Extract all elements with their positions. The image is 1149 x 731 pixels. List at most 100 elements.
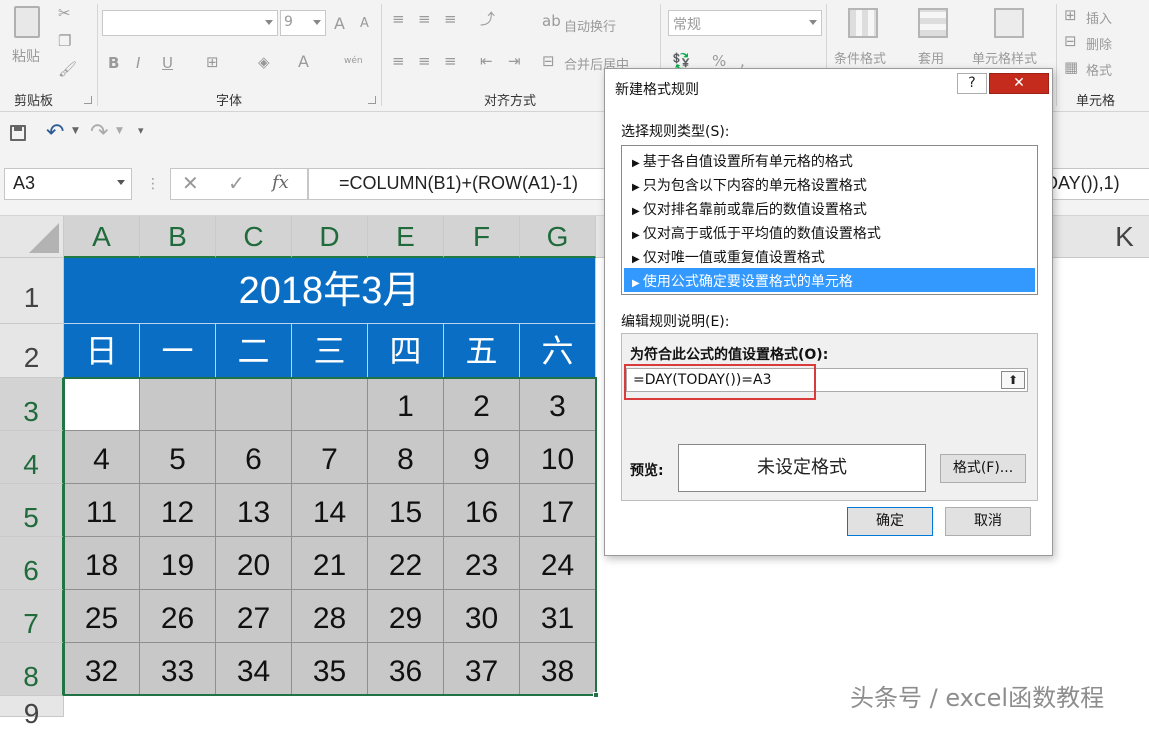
name-box[interactable]: A3 — [4, 168, 132, 200]
calendar-cell[interactable]: 22 — [368, 537, 444, 590]
font-color-button[interactable]: A — [298, 52, 309, 71]
font-launcher-icon[interactable] — [368, 96, 376, 104]
calendar-cell[interactable]: 33 — [140, 643, 216, 696]
calendar-cell[interactable]: 13 — [216, 484, 292, 537]
wrap-text-icon[interactable]: ab — [542, 14, 561, 29]
column-header-c[interactable]: C — [216, 216, 292, 258]
calendar-cell[interactable]: 21 — [292, 537, 368, 590]
calendar-cell[interactable] — [216, 378, 292, 431]
column-header-f[interactable]: F — [444, 216, 520, 258]
active-cell[interactable] — [64, 378, 140, 431]
align-top-icon[interactable]: ≡ — [392, 12, 405, 27]
calendar-cell[interactable]: 34 — [216, 643, 292, 696]
currency-icon[interactable]: 💱 — [672, 54, 691, 69]
calendar-cell[interactable]: 36 — [368, 643, 444, 696]
calendar-cell[interactable]: 4 — [64, 431, 140, 484]
format-as-table-button[interactable]: 套用 — [918, 48, 944, 67]
select-all-corner[interactable] — [0, 216, 64, 258]
phonetic-button[interactable]: wén — [344, 56, 363, 66]
calendar-cell[interactable]: 1 — [368, 378, 444, 431]
row-header-6[interactable]: 6 — [0, 537, 64, 590]
calendar-cell[interactable]: 19 — [140, 537, 216, 590]
column-header-a[interactable]: A — [64, 216, 140, 258]
calendar-cell[interactable]: 27 — [216, 590, 292, 643]
wrap-text-button[interactable]: 自动换行 — [564, 16, 616, 35]
enter-icon[interactable]: ✓ — [228, 171, 245, 195]
row-header-4[interactable]: 4 — [0, 431, 64, 484]
rule-type-item[interactable]: ▶ 仅对高于或低于平均值的数值设置格式 — [624, 220, 1035, 244]
fill-color-icon[interactable]: ◈ — [258, 55, 270, 70]
row-header-5[interactable]: 5 — [0, 484, 64, 537]
redo-icon[interactable]: ↷ — [90, 120, 108, 145]
border-icon[interactable]: ⊞ — [206, 55, 219, 70]
grow-font-button[interactable]: A — [334, 14, 345, 33]
calendar-cell[interactable]: 37 — [444, 643, 520, 696]
calendar-cell[interactable]: 14 — [292, 484, 368, 537]
row-header-1[interactable]: 1 — [0, 258, 64, 324]
row-header-2[interactable]: 2 — [0, 324, 64, 378]
row-header-3[interactable]: 3 — [0, 378, 64, 431]
undo-icon[interactable]: ↶ — [46, 120, 64, 145]
calendar-cell[interactable]: 11 — [64, 484, 140, 537]
customize-qat-icon[interactable]: ▾ — [138, 124, 144, 137]
calendar-cell[interactable]: 17 — [520, 484, 596, 537]
column-header-k[interactable]: K — [1100, 216, 1149, 258]
chevron-down-icon[interactable]: ▼ — [116, 126, 123, 136]
calendar-cell[interactable]: 7 — [292, 431, 368, 484]
number-format-select[interactable]: 常规 — [668, 10, 822, 36]
calendar-cell[interactable]: 25 — [64, 590, 140, 643]
delete-button[interactable]: 删除 — [1086, 34, 1112, 53]
calendar-cell[interactable]: 2 — [444, 378, 520, 431]
align-center-icon[interactable]: ≡ — [418, 54, 431, 69]
align-left-icon[interactable]: ≡ — [392, 54, 405, 69]
column-header-e[interactable]: E — [368, 216, 444, 258]
increase-indent-icon[interactable]: ⇥ — [508, 54, 521, 69]
font-name-select[interactable] — [102, 10, 278, 36]
column-header-d[interactable]: D — [292, 216, 368, 258]
insert-button[interactable]: 插入 — [1086, 8, 1112, 27]
calendar-cell[interactable]: 38 — [520, 643, 596, 696]
cancel-button[interactable]: 取消 — [945, 507, 1031, 536]
calendar-cell[interactable] — [292, 378, 368, 431]
help-button[interactable]: ? — [957, 73, 987, 94]
clipboard-launcher-icon[interactable] — [84, 96, 92, 104]
copy-icon[interactable]: ❐ — [58, 34, 71, 49]
calendar-cell[interactable]: 15 — [368, 484, 444, 537]
cancel-icon[interactable]: ✕ — [182, 171, 199, 195]
calendar-cell[interactable]: 28 — [292, 590, 368, 643]
calendar-cell[interactable]: 23 — [444, 537, 520, 590]
paste-button[interactable]: 粘贴 — [6, 6, 50, 78]
shrink-font-button[interactable]: A — [360, 16, 369, 31]
bold-button[interactable]: B — [108, 54, 119, 72]
save-icon[interactable] — [10, 125, 26, 141]
chevron-down-icon[interactable]: ▼ — [72, 126, 79, 136]
weekday-cell[interactable]: 日 — [64, 324, 140, 378]
calendar-cell[interactable] — [140, 378, 216, 431]
calendar-cell[interactable]: 5 — [140, 431, 216, 484]
calendar-cell[interactable]: 16 — [444, 484, 520, 537]
calendar-cell[interactable]: 6 — [216, 431, 292, 484]
splitter-icon[interactable]: ⋮ — [146, 176, 160, 192]
weekday-cell[interactable]: 六 — [520, 324, 596, 378]
underline-button[interactable]: U — [162, 54, 173, 72]
calendar-cell[interactable]: 35 — [292, 643, 368, 696]
cut-icon[interactable]: ✂ — [58, 6, 71, 21]
calendar-cell[interactable]: 20 — [216, 537, 292, 590]
insert-function-icon[interactable]: fx — [272, 172, 289, 193]
row-header-9[interactable]: 9 — [0, 696, 64, 729]
format-painter-icon[interactable]: 🖌 — [58, 62, 77, 77]
weekday-cell[interactable]: 三 — [292, 324, 368, 378]
column-header-g[interactable]: G — [520, 216, 596, 258]
decrease-indent-icon[interactable]: ⇤ — [480, 54, 493, 69]
merge-center-icon[interactable]: ⊟ — [542, 54, 555, 69]
collapse-dialog-icon[interactable]: ⬆ — [1001, 371, 1025, 389]
calendar-cell[interactable]: 31 — [520, 590, 596, 643]
conditional-format-button[interactable]: 条件格式 — [834, 48, 886, 67]
font-size-select[interactable]: 9 — [280, 10, 326, 36]
calendar-cell[interactable]: 24 — [520, 537, 596, 590]
comma-icon[interactable]: , — [740, 54, 745, 69]
calendar-cell[interactable]: 18 — [64, 537, 140, 590]
row-header-8[interactable]: 8 — [0, 643, 64, 696]
align-bottom-icon[interactable]: ≡ — [444, 12, 457, 27]
orientation-icon[interactable]: ⤴ — [480, 12, 495, 27]
